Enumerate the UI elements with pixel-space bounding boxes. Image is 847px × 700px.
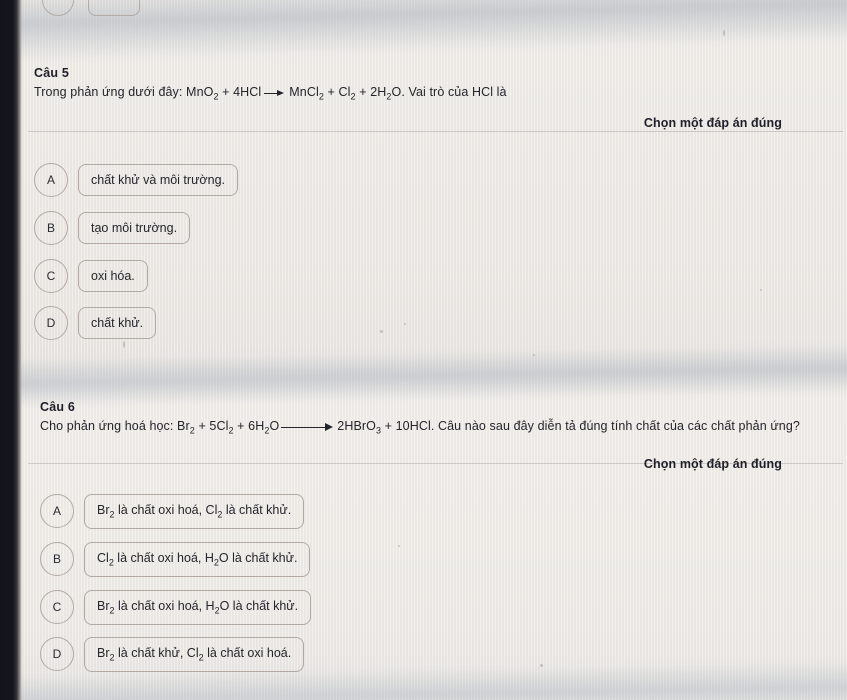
question-5-option-d-text[interactable]: chất khử. [78,306,157,340]
question-6-option-c-text[interactable]: Br2 là chất oxi hoá, H2O là chất khử. [84,590,312,625]
reaction-arrow-icon [264,89,286,97]
question-5-option-a-letter[interactable]: A [34,163,68,197]
screenshot-stage: Câu 5 Trong phản ứng dưới đây: MnO2 + 4H… [0,0,847,700]
question-6-instruction: Chọn một đáp án đúng [643,457,782,471]
question-5-option-b[interactable]: B tạo môi trường. [34,211,191,245]
question-6-option-d[interactable]: D Br2 là chất khử, Cl2 là chất oxi hoá. [40,637,305,672]
question-6-option-c-letter[interactable]: C [40,590,74,625]
question-5-prompt: Trong phản ứng dưới đây: MnO2 + 4HCl MnCl… [34,85,507,102]
question-6-option-a-letter[interactable]: A [40,494,74,529]
question-5-option-d-letter[interactable]: D [34,306,68,340]
previous-question-option-letter-circle[interactable] [42,0,74,16]
question-5-option-b-text[interactable]: tạo môi trường. [78,211,191,245]
question-5-option-d[interactable]: D chất khử. [34,306,157,340]
previous-question-option-box[interactable] [88,0,140,16]
question-6-option-a[interactable]: A Br2 là chất oxi hoá, Cl2 là chất khử. [40,494,305,529]
question-6-option-c[interactable]: C Br2 là chất oxi hoá, H2O là chất khử. [40,590,312,625]
question-6-option-b-text[interactable]: Cl2 là chất oxi hoá, H2O là chất khử. [84,542,311,577]
question-6-option-b-letter[interactable]: B [40,542,74,577]
quiz-content: Câu 5 Trong phản ứng dưới đây: MnO2 + 4H… [0,0,847,700]
question-5-prompt-prefix: Trong phản ứng dưới đây: MnO [34,85,214,99]
question-5-label: Câu 5 [34,66,70,80]
question-6-prompt: Cho phản ứng hoá học: Br2 + 5Cl2 + 6H2O 2… [40,419,800,436]
question-6-label: Câu 6 [40,400,76,414]
question-5-option-c[interactable]: C oxi hóa. [34,259,148,293]
question-5-option-c-text[interactable]: oxi hóa. [78,259,148,293]
reaction-arrow-long-icon [281,423,335,432]
question-5-option-a-text[interactable]: chất khử và môi trường. [78,163,239,197]
question-5-option-c-letter[interactable]: C [34,259,68,293]
question-5-instruction: Chọn một đáp án đúng [643,116,782,130]
question-5-option-b-letter[interactable]: B [34,211,68,245]
question-5-option-a[interactable]: A chất khử và môi trường. [34,163,239,197]
question-6-option-a-text[interactable]: Br2 là chất oxi hoá, Cl2 là chất khử. [84,494,305,529]
question-6-option-b[interactable]: B Cl2 là chất oxi hoá, H2O là chất khử. [40,542,311,577]
question-6-option-d-letter[interactable]: D [40,637,74,672]
question-6-option-d-text[interactable]: Br2 là chất khử, Cl2 là chất oxi hoá. [84,637,305,672]
question-6-prompt-prefix: Cho phản ứng hoá học: Br [40,419,190,433]
question-5-divider [28,131,843,132]
